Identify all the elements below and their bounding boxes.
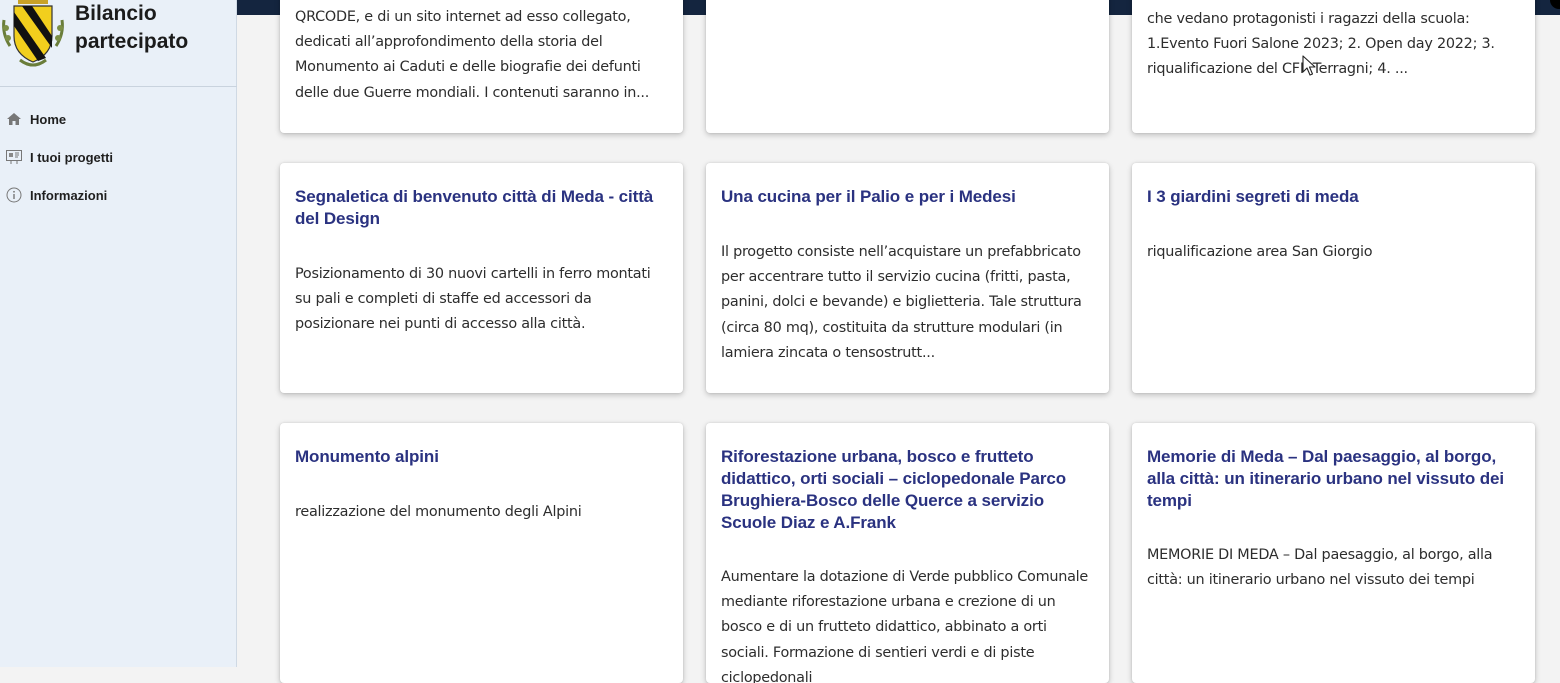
- project-card[interactable]: Segnaletica di benvenuto città di Meda -…: [280, 163, 683, 393]
- project-card[interactable]: I 3 giardini segreti di meda riqualifica…: [1132, 163, 1535, 393]
- sidebar-item-projects[interactable]: I tuoi progetti: [0, 138, 237, 176]
- project-card[interactable]: che vedano protagonisti i ragazzi della …: [1132, 0, 1535, 133]
- sidebar-item-label: I tuoi progetti: [30, 149, 114, 165]
- project-card[interactable]: Riforestazione urbana, bosco e frutteto …: [706, 423, 1109, 683]
- card-description: riqualificazione area San Giorgio: [1147, 244, 1373, 260]
- project-card[interactable]: Memorie di Meda – Dal paesaggio, al borg…: [1132, 423, 1535, 683]
- card-title[interactable]: I 3 giardini segreti di meda: [1147, 186, 1521, 208]
- home-icon: [6, 111, 22, 127]
- crest-logo: [2, 0, 64, 67]
- card-title[interactable]: Memorie di Meda – Dal paesaggio, al borg…: [1147, 446, 1521, 512]
- brand: Bilancio partecipato: [0, 0, 237, 86]
- card-title[interactable]: Monumento alpini: [295, 446, 669, 468]
- project-card[interactable]: Una cucina per il Palio e per i Medesi I…: [706, 163, 1109, 393]
- card-title[interactable]: Riforestazione urbana, bosco e frutteto …: [721, 446, 1095, 534]
- sidebar-item-label: Informazioni: [30, 187, 108, 203]
- projects-icon: [6, 149, 22, 165]
- card-description: MEMORIE DI MEDA – Dal paesaggio, al borg…: [1147, 547, 1493, 589]
- project-card[interactable]: [706, 0, 1109, 133]
- card-description: Posizionamento di 30 nuovi cartelli in f…: [295, 266, 651, 333]
- sidebar-item-info[interactable]: Informazioni: [0, 176, 237, 214]
- card-description: realizzazione del monumento degli Alpini: [295, 504, 582, 520]
- app-title: Bilancio partecipato: [75, 2, 189, 53]
- card-description: Il progetto consiste nell’acquistare un …: [721, 244, 1082, 361]
- topbar-corner: [1550, 0, 1560, 9]
- sidebar-item-label: Home: [30, 111, 67, 127]
- sidebar: Bilancio partecipato Home I tuoi progett…: [0, 0, 237, 667]
- card-title[interactable]: Una cucina per il Palio e per i Medesi: [721, 186, 1095, 208]
- project-card[interactable]: Monumento alpini realizzazione del monum…: [280, 423, 683, 683]
- info-icon: [6, 187, 22, 203]
- card-description: Aumentare la dotazione di Verde pubblico…: [721, 569, 1088, 683]
- sidebar-divider: [0, 86, 237, 87]
- card-description: QRCODE, e di un sito internet ad esso co…: [295, 9, 650, 101]
- sidebar-item-home[interactable]: Home: [0, 100, 237, 138]
- card-title[interactable]: Segnaletica di benvenuto città di Meda -…: [295, 186, 669, 230]
- project-card[interactable]: QRCODE, e di un sito internet ad esso co…: [280, 0, 683, 133]
- card-description: che vedano protagonisti i ragazzi della …: [1147, 11, 1495, 78]
- sidebar-nav: Home I tuoi progetti Informazioni: [0, 100, 237, 214]
